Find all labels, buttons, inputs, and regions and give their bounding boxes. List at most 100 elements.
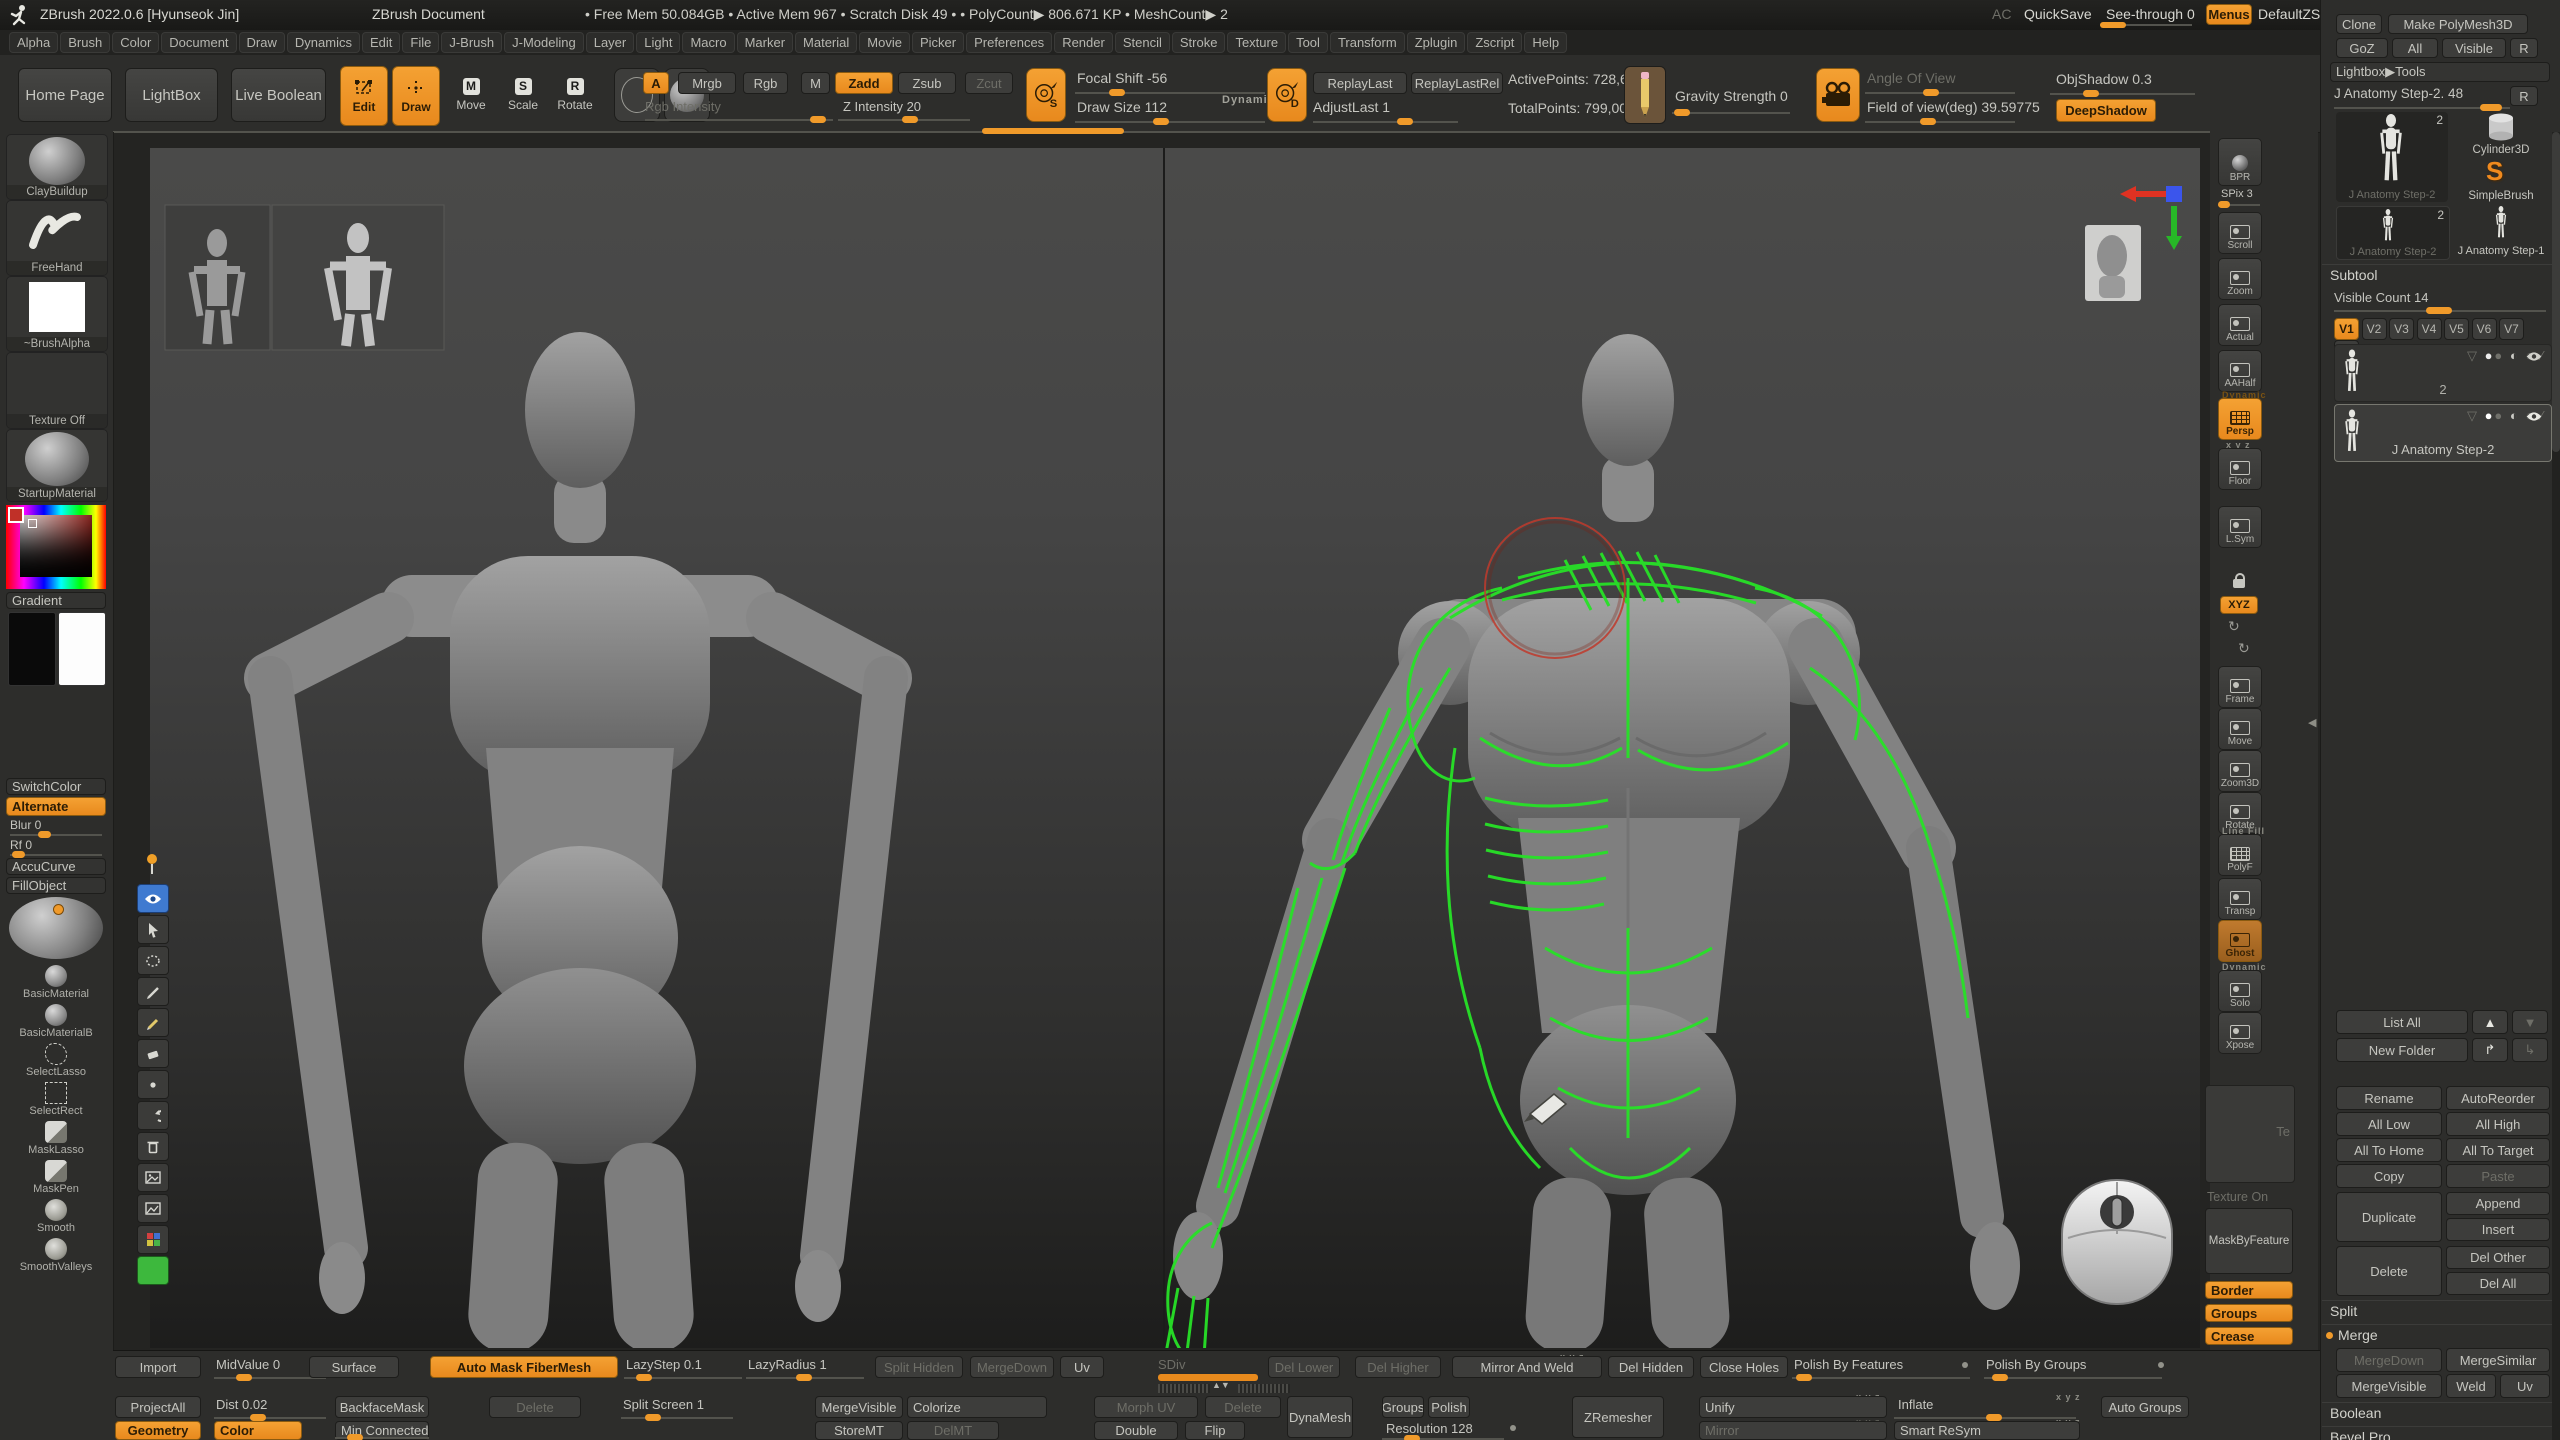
del-hidden-button[interactable]: Del Hidden [1608, 1356, 1694, 1378]
anatomy-model[interactable] [1173, 334, 2020, 1348]
tool-slot-4[interactable]: J Anatomy Step-1 [2452, 206, 2550, 258]
blur-slider[interactable]: Blur 0 [10, 818, 41, 832]
polish-bottom-button[interactable]: Polish [1428, 1396, 1470, 1418]
active-tool-r-button[interactable]: R [2510, 86, 2538, 106]
menu-item[interactable]: Transform [1330, 32, 1405, 53]
mask-by-feature-button[interactable]: MaskByFeature [2205, 1208, 2293, 1274]
split-section-header[interactable]: Split [2322, 1300, 2560, 1322]
see-through-slider[interactable]: See-through 0 [2106, 6, 2195, 22]
xyz-symmetry-button[interactable]: XYZ [2220, 596, 2258, 614]
menu-item[interactable]: File [402, 32, 439, 53]
menu-item[interactable]: Edit [362, 32, 400, 53]
import-button[interactable]: Import [115, 1356, 201, 1378]
subtool-section-header[interactable]: Subtool [2322, 264, 2560, 288]
menu-item[interactable]: Help [1524, 32, 1567, 53]
zsub-button[interactable]: Zsub [898, 72, 956, 94]
split-hidden-button[interactable]: Split Hidden [875, 1356, 963, 1378]
marker-pin-icon[interactable] [142, 852, 162, 881]
visible-count-slider[interactable]: Visible Count 14 [2334, 290, 2428, 305]
close-holes-button[interactable]: Close Holes [1700, 1356, 1788, 1378]
color-picker[interactable] [6, 505, 106, 589]
move-down-button[interactable]: ▼ [2512, 1010, 2548, 1034]
image-a-button[interactable] [137, 1163, 169, 1192]
del-higher-button[interactable]: Del Higher [1355, 1356, 1441, 1378]
move-up-button[interactable]: ▲ [2472, 1010, 2508, 1034]
lasso-tool-button[interactable] [137, 946, 169, 975]
snapshot-thumbnail-2[interactable] [272, 205, 444, 350]
document-scroll-thumb[interactable] [982, 128, 1124, 134]
polish-by-features-slider[interactable]: Polish By Features [1794, 1357, 1903, 1372]
all-to-target-button[interactable]: All To Target [2446, 1138, 2550, 1162]
merge-similar-button[interactable]: MergeSimilar [2446, 1348, 2550, 1372]
visible-button[interactable]: Visible [2442, 38, 2506, 58]
all-to-home-button[interactable]: All To Home [2336, 1138, 2442, 1162]
replay-last-rel-button[interactable]: ReplayLastRel [1411, 72, 1503, 94]
morph-uv-button[interactable]: Morph UV [1094, 1396, 1198, 1418]
midvalue-track[interactable] [214, 1377, 326, 1379]
menu-item[interactable]: Preferences [966, 32, 1052, 53]
make-polymesh3d-button[interactable]: Make PolyMesh3D [2388, 14, 2528, 34]
rf-track[interactable] [10, 854, 102, 856]
green-swatch-button[interactable] [137, 1256, 169, 1285]
mrgb-button[interactable]: Mrgb [678, 72, 736, 94]
lazyradius-slider[interactable]: LazyRadius 1 [748, 1357, 827, 1372]
edit-button[interactable]: Edit [340, 66, 388, 126]
eraser-tool-button[interactable] [137, 1039, 169, 1068]
blur-track[interactable] [10, 834, 102, 836]
delete-button[interactable]: Delete [2336, 1246, 2442, 1296]
menu-item[interactable]: Stroke [1172, 32, 1226, 53]
menu-item[interactable]: Document [161, 32, 236, 53]
simplebrush-tool[interactable]: S SimpleBrush [2452, 158, 2550, 202]
lazystep-slider[interactable]: LazyStep 0.1 [626, 1357, 702, 1372]
draw-size-slider[interactable]: Draw Size 112 [1077, 99, 1167, 115]
double-button[interactable]: Double [1094, 1421, 1178, 1440]
min-connected-track[interactable] [335, 1437, 429, 1439]
rotate-y-icon[interactable]: ↻ [2228, 618, 2240, 635]
mirror-and-weld-button[interactable]: Mirror And Weld [1452, 1356, 1602, 1378]
sdiv-slider[interactable]: SDiv [1158, 1357, 1185, 1372]
menu-item[interactable]: Color [112, 32, 159, 53]
quick-brush-item[interactable]: MaskLasso [6, 1121, 106, 1159]
menu-item[interactable]: Material [795, 32, 857, 53]
quick-brush-item[interactable]: Smooth [6, 1199, 106, 1237]
merge-visible-bottom-button[interactable]: MergeVisible [815, 1396, 903, 1418]
spix-slider[interactable]: SPix 3 [2221, 188, 2253, 200]
zcut-button[interactable]: Zcut [965, 72, 1013, 94]
actual-button[interactable]: Actual [2218, 304, 2262, 346]
polish-features-track[interactable] [1792, 1377, 1970, 1379]
frame-button[interactable]: Frame [2218, 666, 2262, 708]
deep-shadow-button[interactable]: DeepShadow [2056, 99, 2156, 122]
del-all-button[interactable]: Del All [2446, 1272, 2550, 1295]
gradient-button[interactable]: Gradient [6, 592, 106, 609]
auto-mask-fibermesh-button[interactable]: Auto Mask FiberMesh [430, 1356, 618, 1378]
zoom3d-button[interactable]: Zoom3D [2218, 750, 2262, 792]
image-b-button[interactable] [137, 1194, 169, 1223]
menu-item[interactable]: Marker [737, 32, 793, 53]
mannequin-model[interactable] [270, 332, 886, 1348]
shift-down-button[interactable]: ↳ [2512, 1038, 2548, 1062]
quick-brush-item[interactable]: BasicMaterial [6, 965, 106, 1003]
rgb-button[interactable]: Rgb [743, 72, 788, 94]
del-mt-button[interactable]: DelMT [907, 1421, 999, 1440]
move-view-button[interactable]: Move [2218, 708, 2262, 750]
xpose-button[interactable]: Xpose [2218, 1012, 2262, 1054]
draw-size-track[interactable] [1075, 121, 1265, 123]
bevel-pro-section-header[interactable]: Bevel Pro [2322, 1426, 2560, 1440]
menu-item[interactable]: Picker [912, 32, 964, 53]
gravity-strength-slider[interactable]: Gravity Strength 0 [1675, 88, 1788, 104]
rotate-z-icon[interactable]: ↻ [2238, 640, 2250, 657]
subtool-version-tab[interactable]: V4 [2417, 318, 2442, 340]
ghost-button[interactable]: Ghost [2218, 920, 2262, 962]
menu-item[interactable]: Render [1054, 32, 1113, 53]
menu-item[interactable]: Alpha [9, 32, 58, 53]
camera-button[interactable] [1816, 68, 1860, 122]
crease-button[interactable]: Crease [2205, 1327, 2293, 1345]
live-boolean-button[interactable]: Live Boolean [231, 68, 326, 122]
snapshot-thumbnail-1[interactable] [165, 205, 270, 350]
select-cursor-button[interactable] [137, 915, 169, 944]
menu-item[interactable]: Macro [682, 32, 734, 53]
subtool1-eye-icon[interactable] [2525, 351, 2543, 362]
append-button[interactable]: Append [2446, 1192, 2550, 1215]
document-canvas[interactable] [150, 148, 2200, 1348]
gravity-strength-track[interactable] [1672, 112, 1790, 114]
